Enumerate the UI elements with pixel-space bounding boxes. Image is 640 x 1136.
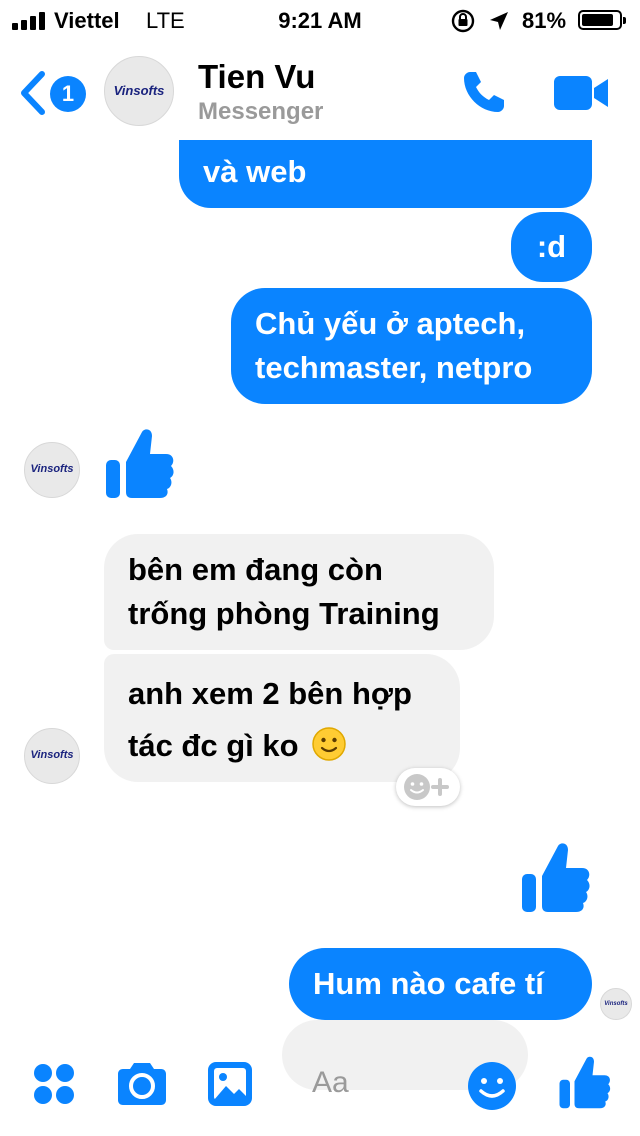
like-thumbs-up-icon[interactable] xyxy=(520,840,592,914)
phone-call-icon[interactable] xyxy=(460,68,508,116)
avatar-logo-text: Vinsofts xyxy=(30,463,74,475)
orientation-lock-icon xyxy=(451,9,475,33)
status-bar: Viettel LTE 9:21 AM 81% xyxy=(0,0,640,40)
sender-avatar[interactable]: Vinsofts xyxy=(24,442,80,498)
chat-header: 1 Vinsofts Tien Vu Messenger xyxy=(0,40,640,140)
incoming-message[interactable]: anh xem 2 bên hợp tác đc gì ko xyxy=(104,654,460,782)
outgoing-message[interactable]: :d xyxy=(511,212,592,282)
message-text-line: anh xem 2 bên hợp xyxy=(128,676,412,711)
outgoing-message[interactable]: Chủ yếu ở aptech, techmaster, netpro xyxy=(231,288,592,404)
add-reaction-button[interactable] xyxy=(396,768,460,806)
avatar-logo-text: Vinsofts xyxy=(30,749,74,761)
message-text-line: techmaster, netpro xyxy=(255,350,533,385)
message-text-line: bên em đang còn xyxy=(128,552,383,587)
video-call-icon[interactable] xyxy=(552,74,610,112)
slightly-smiling-emoji-icon xyxy=(312,727,346,761)
like-thumbs-up-icon[interactable] xyxy=(104,426,176,500)
message-text: Hum nào cafe tí xyxy=(313,966,544,1001)
unread-count-badge[interactable]: 1 xyxy=(50,76,86,112)
contact-avatar[interactable]: Vinsofts xyxy=(104,56,174,126)
avatar-logo-text: Vinsofts xyxy=(113,83,165,98)
message-text-line: Chủ yếu ở aptech, xyxy=(255,306,526,341)
send-like-icon[interactable] xyxy=(558,1054,612,1110)
contact-name[interactable]: Tien Vu xyxy=(198,58,315,96)
message-text: và web xyxy=(203,154,307,189)
more-apps-icon[interactable] xyxy=(32,1062,76,1106)
camera-icon[interactable] xyxy=(114,1060,170,1108)
emoji-icon[interactable] xyxy=(466,1060,518,1112)
add-emoji-icon xyxy=(404,774,449,800)
avatar-logo-text: Vinsofts xyxy=(604,1001,628,1007)
gallery-photo-icon[interactable] xyxy=(206,1060,254,1108)
location-arrow-icon xyxy=(490,12,508,30)
message-text-line: tác đc gì ko xyxy=(128,720,436,772)
battery-percent: 81% xyxy=(522,8,567,33)
message-text-line: trống phòng Training xyxy=(128,596,440,631)
message-text: :d xyxy=(536,229,567,264)
message-text: tác đc gì ko xyxy=(128,728,299,763)
incoming-message[interactable]: bên em đang còn trống phòng Training xyxy=(104,534,494,650)
sender-avatar[interactable]: Vinsofts xyxy=(24,728,80,784)
message-input-placeholder: Aa xyxy=(312,1066,349,1099)
header-subtitle: Messenger xyxy=(198,98,324,125)
battery-icon xyxy=(578,10,626,30)
back-chevron-icon[interactable] xyxy=(18,70,48,116)
outgoing-message[interactable]: và web xyxy=(179,140,592,208)
